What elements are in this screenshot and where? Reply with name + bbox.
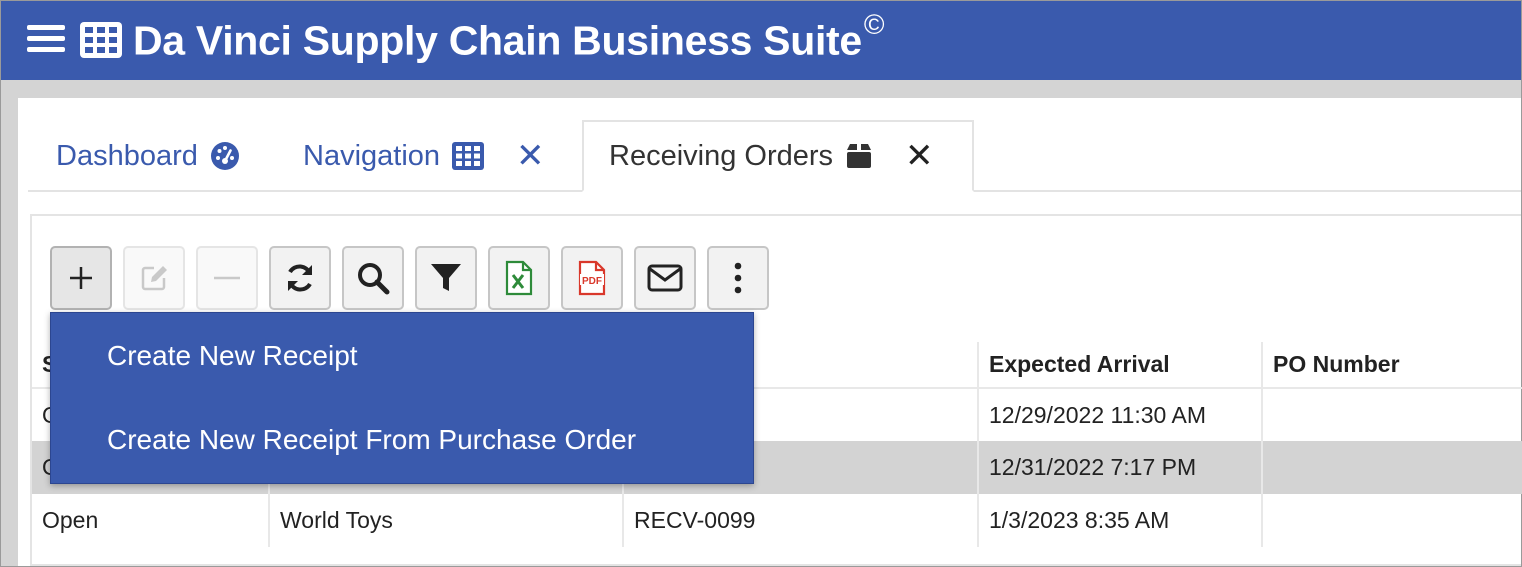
copyright-mark: ©	[863, 9, 885, 40]
app-title-text: Da Vinci Supply Chain Business Suite	[133, 17, 862, 64]
column-header-expected-arrival[interactable]: Expected Arrival	[978, 342, 1263, 389]
more-vertical-icon	[734, 262, 742, 294]
plus-icon	[70, 267, 92, 289]
email-button[interactable]	[634, 246, 696, 310]
cell-expected-arrival: 12/29/2022 11:30 AM	[978, 388, 1263, 441]
cell-receipt-number: RECV-0099	[623, 494, 979, 547]
tab-navigation-close-icon[interactable]: ✕	[516, 139, 545, 173]
tab-navigation[interactable]: Navigation ✕	[303, 120, 545, 192]
excel-file-icon	[505, 260, 533, 296]
app-header: Da Vinci Supply Chain Business Suite©	[1, 1, 1521, 80]
cell-po-number	[1262, 441, 1522, 494]
menu-item-create-new-receipt[interactable]: Create New Receipt	[107, 340, 358, 372]
tab-dashboard[interactable]: Dashboard	[56, 120, 240, 192]
grid-icon	[80, 22, 122, 58]
export-pdf-button[interactable]: PDF	[561, 246, 623, 310]
hamburger-menu-icon[interactable]	[27, 23, 67, 55]
cell-expected-arrival: 1/3/2023 8:35 AM	[978, 494, 1263, 547]
add-button[interactable]	[50, 246, 112, 310]
edit-icon	[141, 266, 167, 291]
export-excel-button[interactable]	[488, 246, 550, 310]
table-row[interactable]: Open World Toys RECV-0099 1/3/2023 8:35 …	[32, 494, 1522, 547]
search-icon	[358, 263, 390, 295]
cell-vendor: World Toys	[269, 494, 624, 547]
column-header-po-number[interactable]: PO Number	[1262, 342, 1522, 389]
more-options-button[interactable]	[707, 246, 769, 310]
app-title: Da Vinci Supply Chain Business Suite©	[133, 9, 885, 65]
filter-icon	[431, 264, 461, 291]
cell-po-number	[1262, 388, 1522, 441]
grid-icon	[452, 142, 485, 170]
box-icon	[845, 142, 873, 170]
dashboard-gauge-icon	[210, 141, 240, 171]
tab-dashboard-label: Dashboard	[56, 139, 198, 172]
edit-button[interactable]	[123, 246, 185, 310]
tab-strip: Dashboard Navigation ✕ Receiving Orders …	[28, 98, 1521, 192]
add-dropdown-menu: Create New Receipt Create New Receipt Fr…	[50, 312, 754, 484]
menu-item-create-receipt-from-po[interactable]: Create New Receipt From Purchase Order	[107, 424, 636, 456]
tab-navigation-label: Navigation	[303, 139, 441, 172]
delete-button[interactable]	[196, 246, 258, 310]
tab-receiving-orders-label: Receiving Orders	[609, 139, 834, 172]
refresh-button[interactable]	[269, 246, 331, 310]
cell-status: Open	[32, 494, 270, 547]
cell-po-number	[1262, 494, 1522, 547]
refresh-icon	[288, 264, 312, 292]
cell-expected-arrival: 12/31/2022 7:17 PM	[978, 441, 1263, 494]
minus-icon	[214, 276, 240, 280]
pdf-file-icon: PDF	[578, 260, 606, 296]
tab-receiving-orders-close-icon[interactable]: ✕	[905, 139, 934, 173]
search-button[interactable]	[342, 246, 404, 310]
svg-text:PDF: PDF	[582, 276, 602, 287]
tab-receiving-orders[interactable]: Receiving Orders ✕	[582, 120, 974, 192]
filter-button[interactable]	[415, 246, 477, 310]
envelope-icon	[647, 264, 683, 292]
